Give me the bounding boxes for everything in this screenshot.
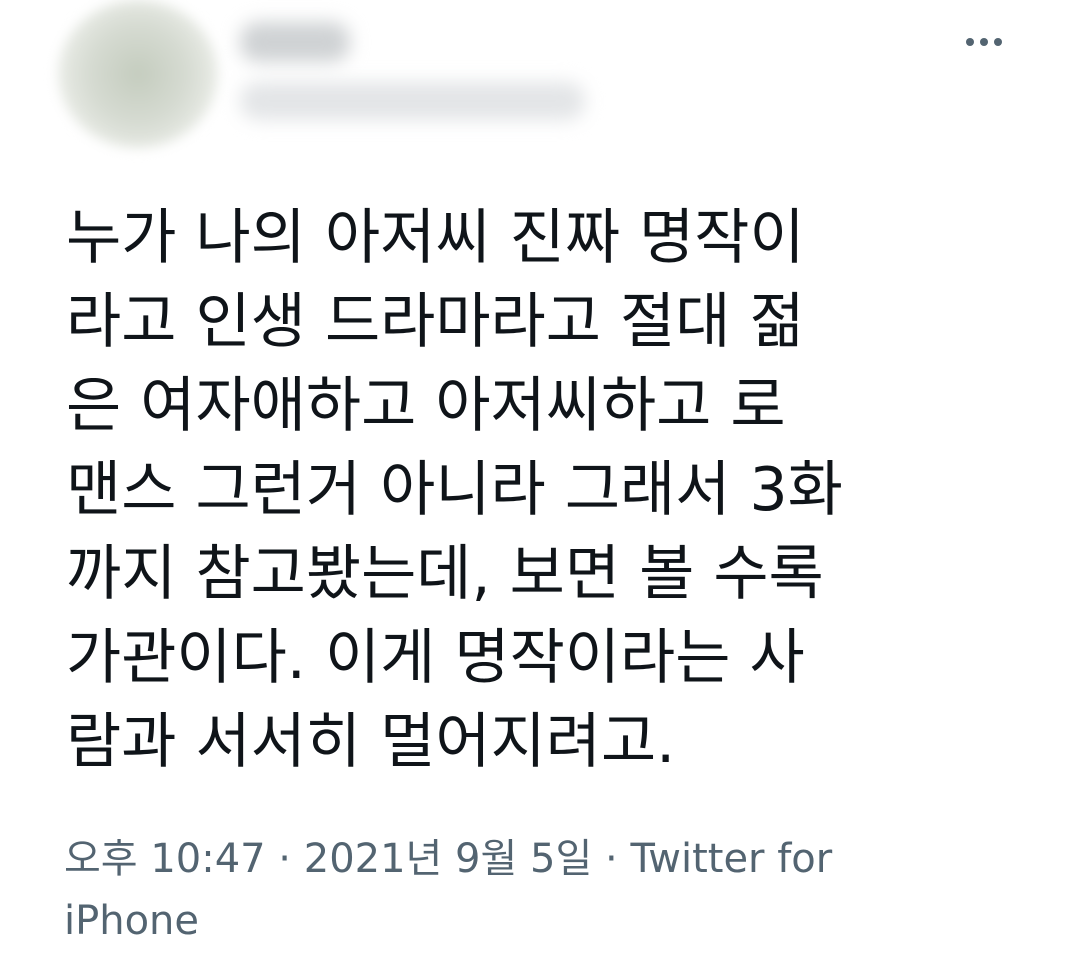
dot xyxy=(994,38,1002,46)
tweet-text-line: 까지 참고봤는데, 보면 볼 수록 xyxy=(66,539,824,609)
dot xyxy=(980,38,988,46)
tweet-metadata: 오후 10:47 · 2021년 9월 5일 · Twitter for iPh… xyxy=(64,828,964,952)
tweet-time[interactable]: 오후 10:47 xyxy=(64,836,266,882)
tweet-text-line: 맨스 그런거 아니라 그래서 3화 xyxy=(66,455,843,525)
more-options-icon[interactable] xyxy=(960,32,1008,52)
tweet-source-continued[interactable]: iPhone xyxy=(64,890,964,952)
author-name-blurred[interactable] xyxy=(240,22,350,62)
author-handle-blurred[interactable] xyxy=(240,82,585,120)
tweet-text-line: 은 여자애하고 아저씨하고 로 xyxy=(66,371,786,441)
tweet-text-line: 누가 나의 아저씨 진짜 명작이 xyxy=(66,203,805,273)
separator: · xyxy=(592,836,631,882)
separator: · xyxy=(265,836,304,882)
tweet-source[interactable]: Twitter for xyxy=(630,836,832,882)
tweet-date[interactable]: 2021년 9월 5일 xyxy=(304,836,593,882)
tweet-text: 누가 나의 아저씨 진짜 명작이 라고 인생 드라마라고 절대 젊 은 여자애하… xyxy=(66,196,1026,784)
dot xyxy=(966,38,974,46)
tweet-card: 누가 나의 아저씨 진짜 명작이 라고 인생 드라마라고 절대 젊 은 여자애하… xyxy=(0,0,1080,960)
tweet-text-line: 람과 서서히 멀어지려고. xyxy=(66,707,676,777)
avatar[interactable] xyxy=(58,0,218,148)
tweet-text-line: 가관이다. 이게 명작이라는 사 xyxy=(66,623,805,693)
tweet-metadata-line1: 오후 10:47 · 2021년 9월 5일 · Twitter for xyxy=(64,828,964,890)
tweet-text-line: 라고 인생 드라마라고 절대 젊 xyxy=(66,287,805,357)
